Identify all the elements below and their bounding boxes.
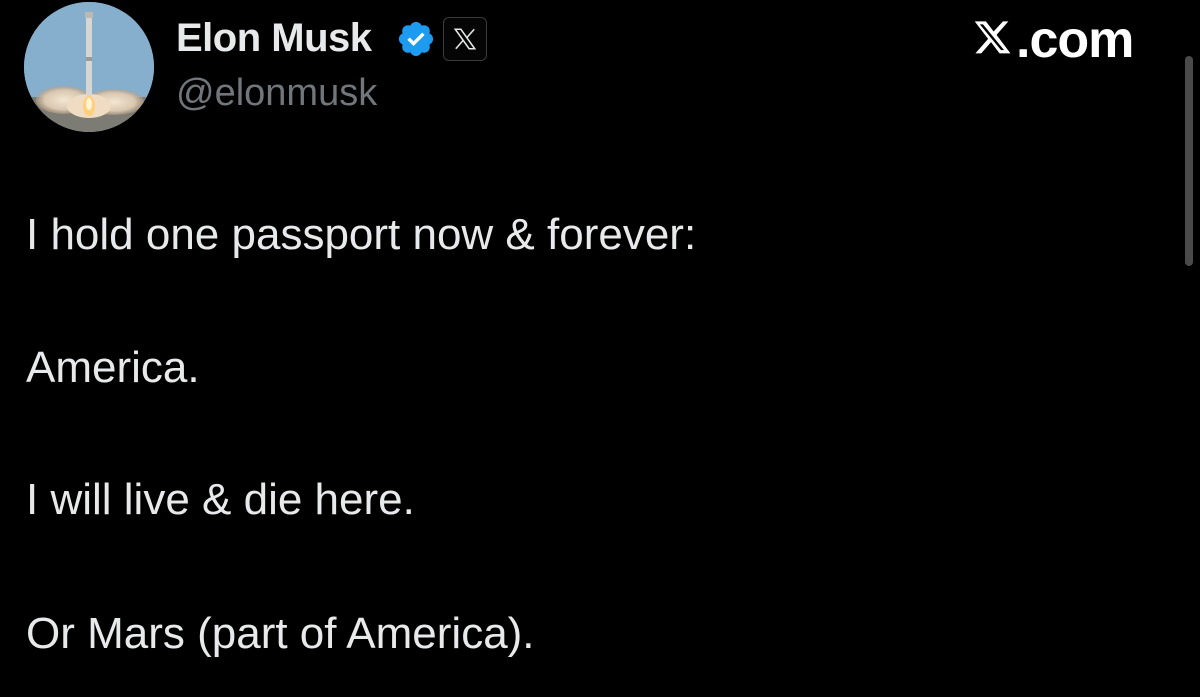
tweet-text-line: America.	[26, 343, 200, 392]
scrollbar-thumb[interactable]	[1185, 56, 1193, 266]
author-handle[interactable]: @elonmusk	[176, 70, 377, 116]
affiliate-badge	[443, 17, 487, 61]
tweet-text-line: Or Mars (part of America).	[26, 609, 535, 658]
rocket-launch-icon	[24, 2, 154, 132]
tweet-text-line: I will live & die here.	[26, 475, 415, 524]
x-logo-icon	[453, 28, 477, 50]
x-logo-icon	[974, 21, 1011, 54]
tweet-text-line: I hold one passport now & forever:	[26, 210, 697, 259]
site-logo: .com	[968, 10, 1158, 70]
author-display-name[interactable]: Elon Musk	[176, 14, 372, 62]
avatar[interactable]	[24, 2, 154, 132]
site-logo-suffix: .com	[1016, 11, 1134, 69]
verified-badge-icon	[396, 19, 436, 59]
